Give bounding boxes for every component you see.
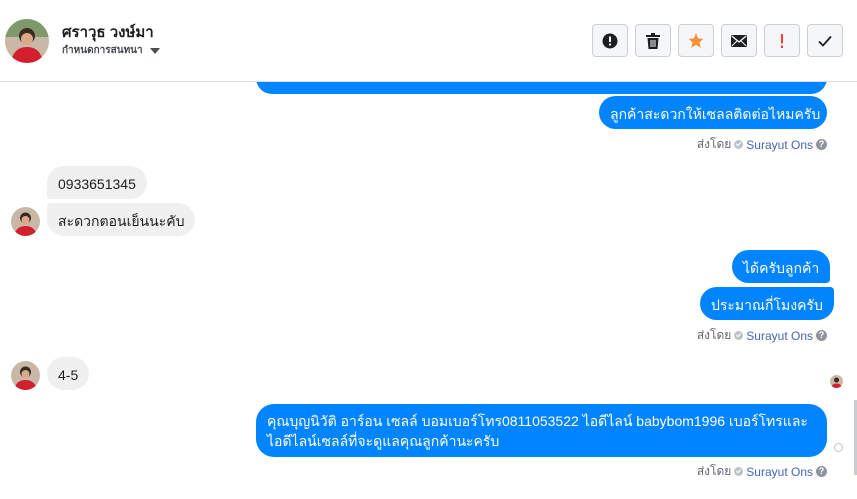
conversation-menu[interactable]: กำหนดการสนทนา bbox=[62, 43, 160, 58]
trash-icon bbox=[646, 32, 660, 49]
sender-name[interactable]: Surayut Ons bbox=[746, 329, 813, 343]
sender-name[interactable]: Surayut Ons bbox=[746, 138, 813, 152]
message-outgoing[interactable] bbox=[256, 82, 827, 94]
message-incoming[interactable]: สะดวกตอนเย็นนะคับ bbox=[47, 203, 196, 236]
help-icon[interactable]: ? bbox=[816, 330, 827, 341]
caret-down-icon bbox=[149, 47, 160, 54]
message-text: 0933651345 bbox=[58, 176, 136, 192]
mark-unread-button[interactable] bbox=[721, 24, 757, 57]
message-text: ประมาณกี่โมงครับ bbox=[711, 297, 823, 313]
done-button[interactable] bbox=[807, 24, 843, 57]
sent-by-prefix: ส่งโดย bbox=[696, 464, 732, 478]
checkmark-icon bbox=[818, 35, 832, 47]
sent-check-icon bbox=[734, 140, 744, 149]
star-icon bbox=[688, 33, 704, 48]
header-actions bbox=[592, 24, 843, 57]
conversation-menu-label: กำหนดการสนทนา bbox=[62, 45, 143, 56]
contact-name[interactable]: ศราวุธ วงษ์มา bbox=[62, 20, 154, 44]
sent-by-line: ส่งโดย Surayut Ons ? bbox=[697, 462, 827, 481]
message-outgoing[interactable]: ได้ครับลูกค้า bbox=[732, 250, 831, 283]
message-text-line-2: ไอดีไลน์เซลล์ที่จะดูแลคุณลูกค้านะครับ bbox=[267, 433, 500, 449]
exclamation-icon bbox=[781, 33, 783, 48]
follow-up-button[interactable] bbox=[764, 24, 800, 57]
delete-button[interactable] bbox=[635, 24, 671, 57]
sender-name[interactable]: Surayut Ons bbox=[746, 465, 813, 479]
contact-avatar[interactable] bbox=[5, 19, 49, 63]
sent-by-prefix: ส่งโดย bbox=[696, 328, 732, 342]
help-icon[interactable]: ? bbox=[816, 466, 827, 477]
message-text: ได้ครับลูกค้า bbox=[743, 260, 820, 276]
seen-avatar bbox=[830, 375, 843, 388]
message-thread[interactable]: ลูกค้าสะดวกให้เซลลติดต่อไหมครับ ส่งโดย S… bbox=[0, 82, 857, 499]
sent-check-icon bbox=[734, 467, 744, 476]
sent-by-line: ส่งโดย Surayut Ons ? bbox=[697, 326, 827, 345]
message-incoming[interactable]: 0933651345 bbox=[47, 166, 147, 199]
message-text-line-1: คุณบุญนิวัติ อาร์อน เซลล์ บอมเบอร์โทร081… bbox=[267, 413, 808, 429]
sent-by-prefix: ส่งโดย bbox=[696, 137, 732, 151]
message-incoming[interactable]: 4-5 bbox=[47, 357, 90, 390]
message-text: สะดวกตอนเย็นนะคับ bbox=[58, 213, 185, 229]
sender-avatar[interactable] bbox=[11, 207, 40, 236]
star-button[interactable] bbox=[678, 24, 714, 57]
message-outgoing[interactable]: ลูกค้าสะดวกให้เซลลติดต่อไหมครับ bbox=[599, 96, 827, 129]
conversation-header: ศราวุธ วงษ์มา กำหนดการสนทนา bbox=[0, 0, 857, 82]
sent-by-line: ส่งโดย Surayut Ons ? bbox=[697, 135, 827, 154]
message-outgoing[interactable]: คุณบุญนิวัติ อาร์อน เซลล์ บอมเบอร์โทร081… bbox=[256, 404, 827, 457]
help-icon[interactable]: ? bbox=[816, 139, 827, 150]
message-outgoing[interactable]: ประมาณกี่โมงครับ bbox=[700, 287, 834, 320]
envelope-icon bbox=[731, 34, 747, 47]
alert-circle-icon bbox=[602, 33, 618, 48]
spam-button[interactable] bbox=[592, 24, 628, 57]
message-text: ลูกค้าสะดวกให้เซลลติดต่อไหมครับ bbox=[610, 106, 821, 122]
message-text: 4-5 bbox=[58, 367, 79, 383]
delivered-check-icon bbox=[834, 443, 843, 452]
sender-avatar[interactable] bbox=[11, 361, 40, 390]
sent-check-icon bbox=[734, 331, 744, 340]
